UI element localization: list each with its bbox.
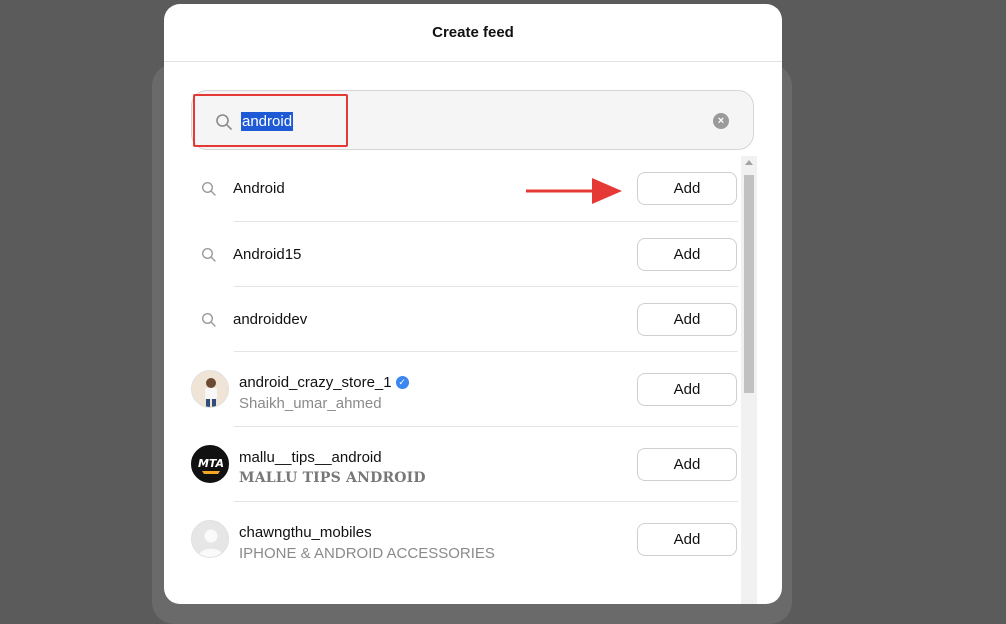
scrollbar-thumb[interactable] xyxy=(744,175,754,393)
verified-badge-icon: ✓ xyxy=(395,376,409,389)
account-result-row[interactable]: MTA mallu__tips__android MALLU TIPS ANDR… xyxy=(164,427,740,502)
default-avatar-icon xyxy=(191,520,229,558)
scrollbar[interactable] xyxy=(741,156,757,604)
avatar xyxy=(191,370,229,408)
account-result-row[interactable]: android_crazy_store_1 ✓ Shaikh_umar_ahme… xyxy=(164,352,740,427)
search-icon xyxy=(201,312,217,328)
modal-title: Create feed xyxy=(432,24,514,41)
search-highlight-box xyxy=(193,94,348,147)
account-display-name: MALLU TIPS ANDROID xyxy=(239,470,426,486)
results-list: Android Add Android15 Add androiddev Add xyxy=(164,156,740,604)
account-username: mallu__tips__android xyxy=(239,449,382,466)
account-username-text: android_crazy_store_1 xyxy=(239,374,392,391)
keyword-result-row[interactable]: Android Add xyxy=(164,156,740,222)
add-button[interactable]: Add xyxy=(637,238,737,271)
account-username: android_crazy_store_1 ✓ xyxy=(239,374,409,391)
add-button[interactable]: Add xyxy=(637,303,737,336)
add-button[interactable]: Add xyxy=(637,172,737,205)
annotation-arrow-icon xyxy=(526,178,622,204)
keyword-label: Android xyxy=(233,180,285,197)
account-display-name: Shaikh_umar_ahmed xyxy=(239,395,382,412)
modal-header: Create feed xyxy=(164,4,782,62)
search-icon xyxy=(201,247,217,263)
create-feed-modal: Create feed android × Android Add Androi… xyxy=(164,4,782,604)
keyword-result-row[interactable]: Android15 Add xyxy=(164,222,740,287)
add-button[interactable]: Add xyxy=(637,373,737,406)
keyword-result-row[interactable]: androiddev Add xyxy=(164,287,740,352)
logo-text: MTA xyxy=(198,457,224,470)
account-display-name: IPHONE & ANDROID ACCESSORIES xyxy=(239,545,495,562)
clear-search-button[interactable]: × xyxy=(713,113,729,129)
scroll-up-arrow-icon[interactable] xyxy=(745,160,753,165)
avatar-logo: MTA xyxy=(191,445,229,483)
add-button[interactable]: Add xyxy=(637,523,737,556)
account-username: chawngthu_mobiles xyxy=(239,524,372,541)
keyword-label: Android15 xyxy=(233,246,302,263)
keyword-label: androiddev xyxy=(233,311,308,328)
add-button[interactable]: Add xyxy=(637,448,737,481)
search-icon xyxy=(201,181,217,197)
